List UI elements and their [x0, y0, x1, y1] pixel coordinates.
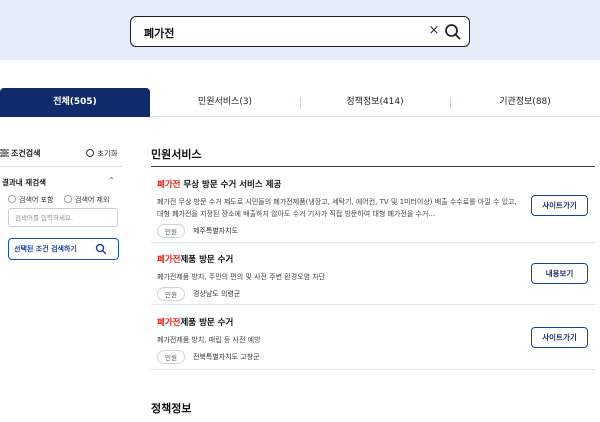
site-link-button[interactable]: 사이트가기 [531, 195, 588, 216]
section-title-civil: 민원서비스 [151, 148, 202, 161]
search-icon[interactable] [443, 22, 463, 42]
search-box[interactable]: 폐가전 × [130, 16, 470, 47]
org-name: 제주특별자치도 [192, 227, 239, 235]
site-link-button[interactable]: 사이트가기 [531, 327, 588, 348]
title-highlight: 폐가전 [157, 318, 181, 328]
option-include[interactable]: 검색어 포함 [8, 195, 53, 205]
title-text: 무상 방문 수거 서비스 제공 [180, 180, 282, 190]
reset-label: 초기화 [97, 149, 118, 158]
tab-all[interactable]: 전체(505) [0, 88, 150, 117]
result-meta: 민원 경상남도 의령군 [157, 287, 597, 301]
tab-civil-service[interactable]: 민원서비스(3) [150, 88, 300, 117]
result-tabs: 전체(505) 민원서비스(3) 정책정보(414) 기관정보(88) [0, 88, 600, 117]
chevron-up-icon[interactable]: ⌃ [108, 176, 115, 185]
option-exclude-label: 검색어 제외 [75, 196, 110, 204]
clear-icon[interactable]: × [427, 24, 441, 38]
search-icon [95, 243, 107, 255]
sidebar-divider [0, 166, 122, 167]
view-content-button[interactable]: 내용보기 [531, 263, 588, 284]
item-divider [151, 369, 595, 370]
search-header: 폐가전 × [0, 0, 600, 60]
apply-filter-button[interactable]: 선택된 조건 검색하기 [8, 238, 119, 260]
title-highlight: 폐가전 [157, 180, 181, 190]
option-include-label: 검색어 포함 [19, 196, 54, 204]
reset-icon [86, 149, 94, 157]
section-title-policy: 정책정보 [151, 402, 192, 415]
apply-filter-label: 선택된 조건 검색하기 [14, 245, 77, 253]
category-badge: 민원 [157, 287, 185, 301]
option-exclude[interactable]: 검색어 제외 [64, 195, 109, 205]
result-description: 폐가전제품 방치, 주민의 편의 및 사전 주변 환경오염 차단 [157, 273, 326, 281]
radio-icon [8, 195, 16, 203]
result-description: 폐가전제품 방치, 매립 등 사전 예방 [157, 336, 261, 344]
tab-agency[interactable]: 기관정보(88) [450, 88, 600, 117]
result-title[interactable]: 폐가전제품 방문 수거 [157, 253, 597, 265]
item-divider [151, 242, 595, 243]
result-description: 폐가전 무상 방문 수거 제도로 시민들의 폐가전제품(냉장고, 세탁기, 에어… [157, 198, 517, 218]
item-divider [151, 304, 595, 305]
refine-search-input[interactable] [8, 208, 118, 227]
reset-button[interactable]: 초기화 [86, 148, 118, 159]
refine-search-title: 결과내 재검색 [2, 178, 47, 187]
org-name: 경상남도 의령군 [192, 290, 241, 298]
radio-icon [64, 195, 72, 203]
filter-icon [0, 149, 9, 157]
result-meta: 민원 제주특별자치도 [157, 224, 597, 238]
title-highlight: 폐가전 [157, 255, 181, 265]
search-input[interactable]: 폐가전 [144, 25, 174, 41]
category-badge: 민원 [157, 350, 185, 364]
result-title[interactable]: 폐가전제품 방문 수거 [157, 316, 597, 328]
title-text: 제품 방문 수거 [180, 318, 234, 328]
result-title[interactable]: 폐가전 무상 방문 수거 서비스 제공 [157, 178, 597, 190]
result-meta: 민원 전북특별자치도 고창군 [157, 350, 597, 364]
section-divider [151, 166, 595, 167]
category-badge: 민원 [157, 224, 185, 238]
condition-search-title: 조건검색 [11, 149, 41, 158]
tab-policy[interactable]: 정책정보(414) [300, 88, 450, 117]
title-text: 제품 방문 수거 [180, 255, 234, 265]
org-name: 전북특별자치도 고창군 [192, 353, 260, 361]
